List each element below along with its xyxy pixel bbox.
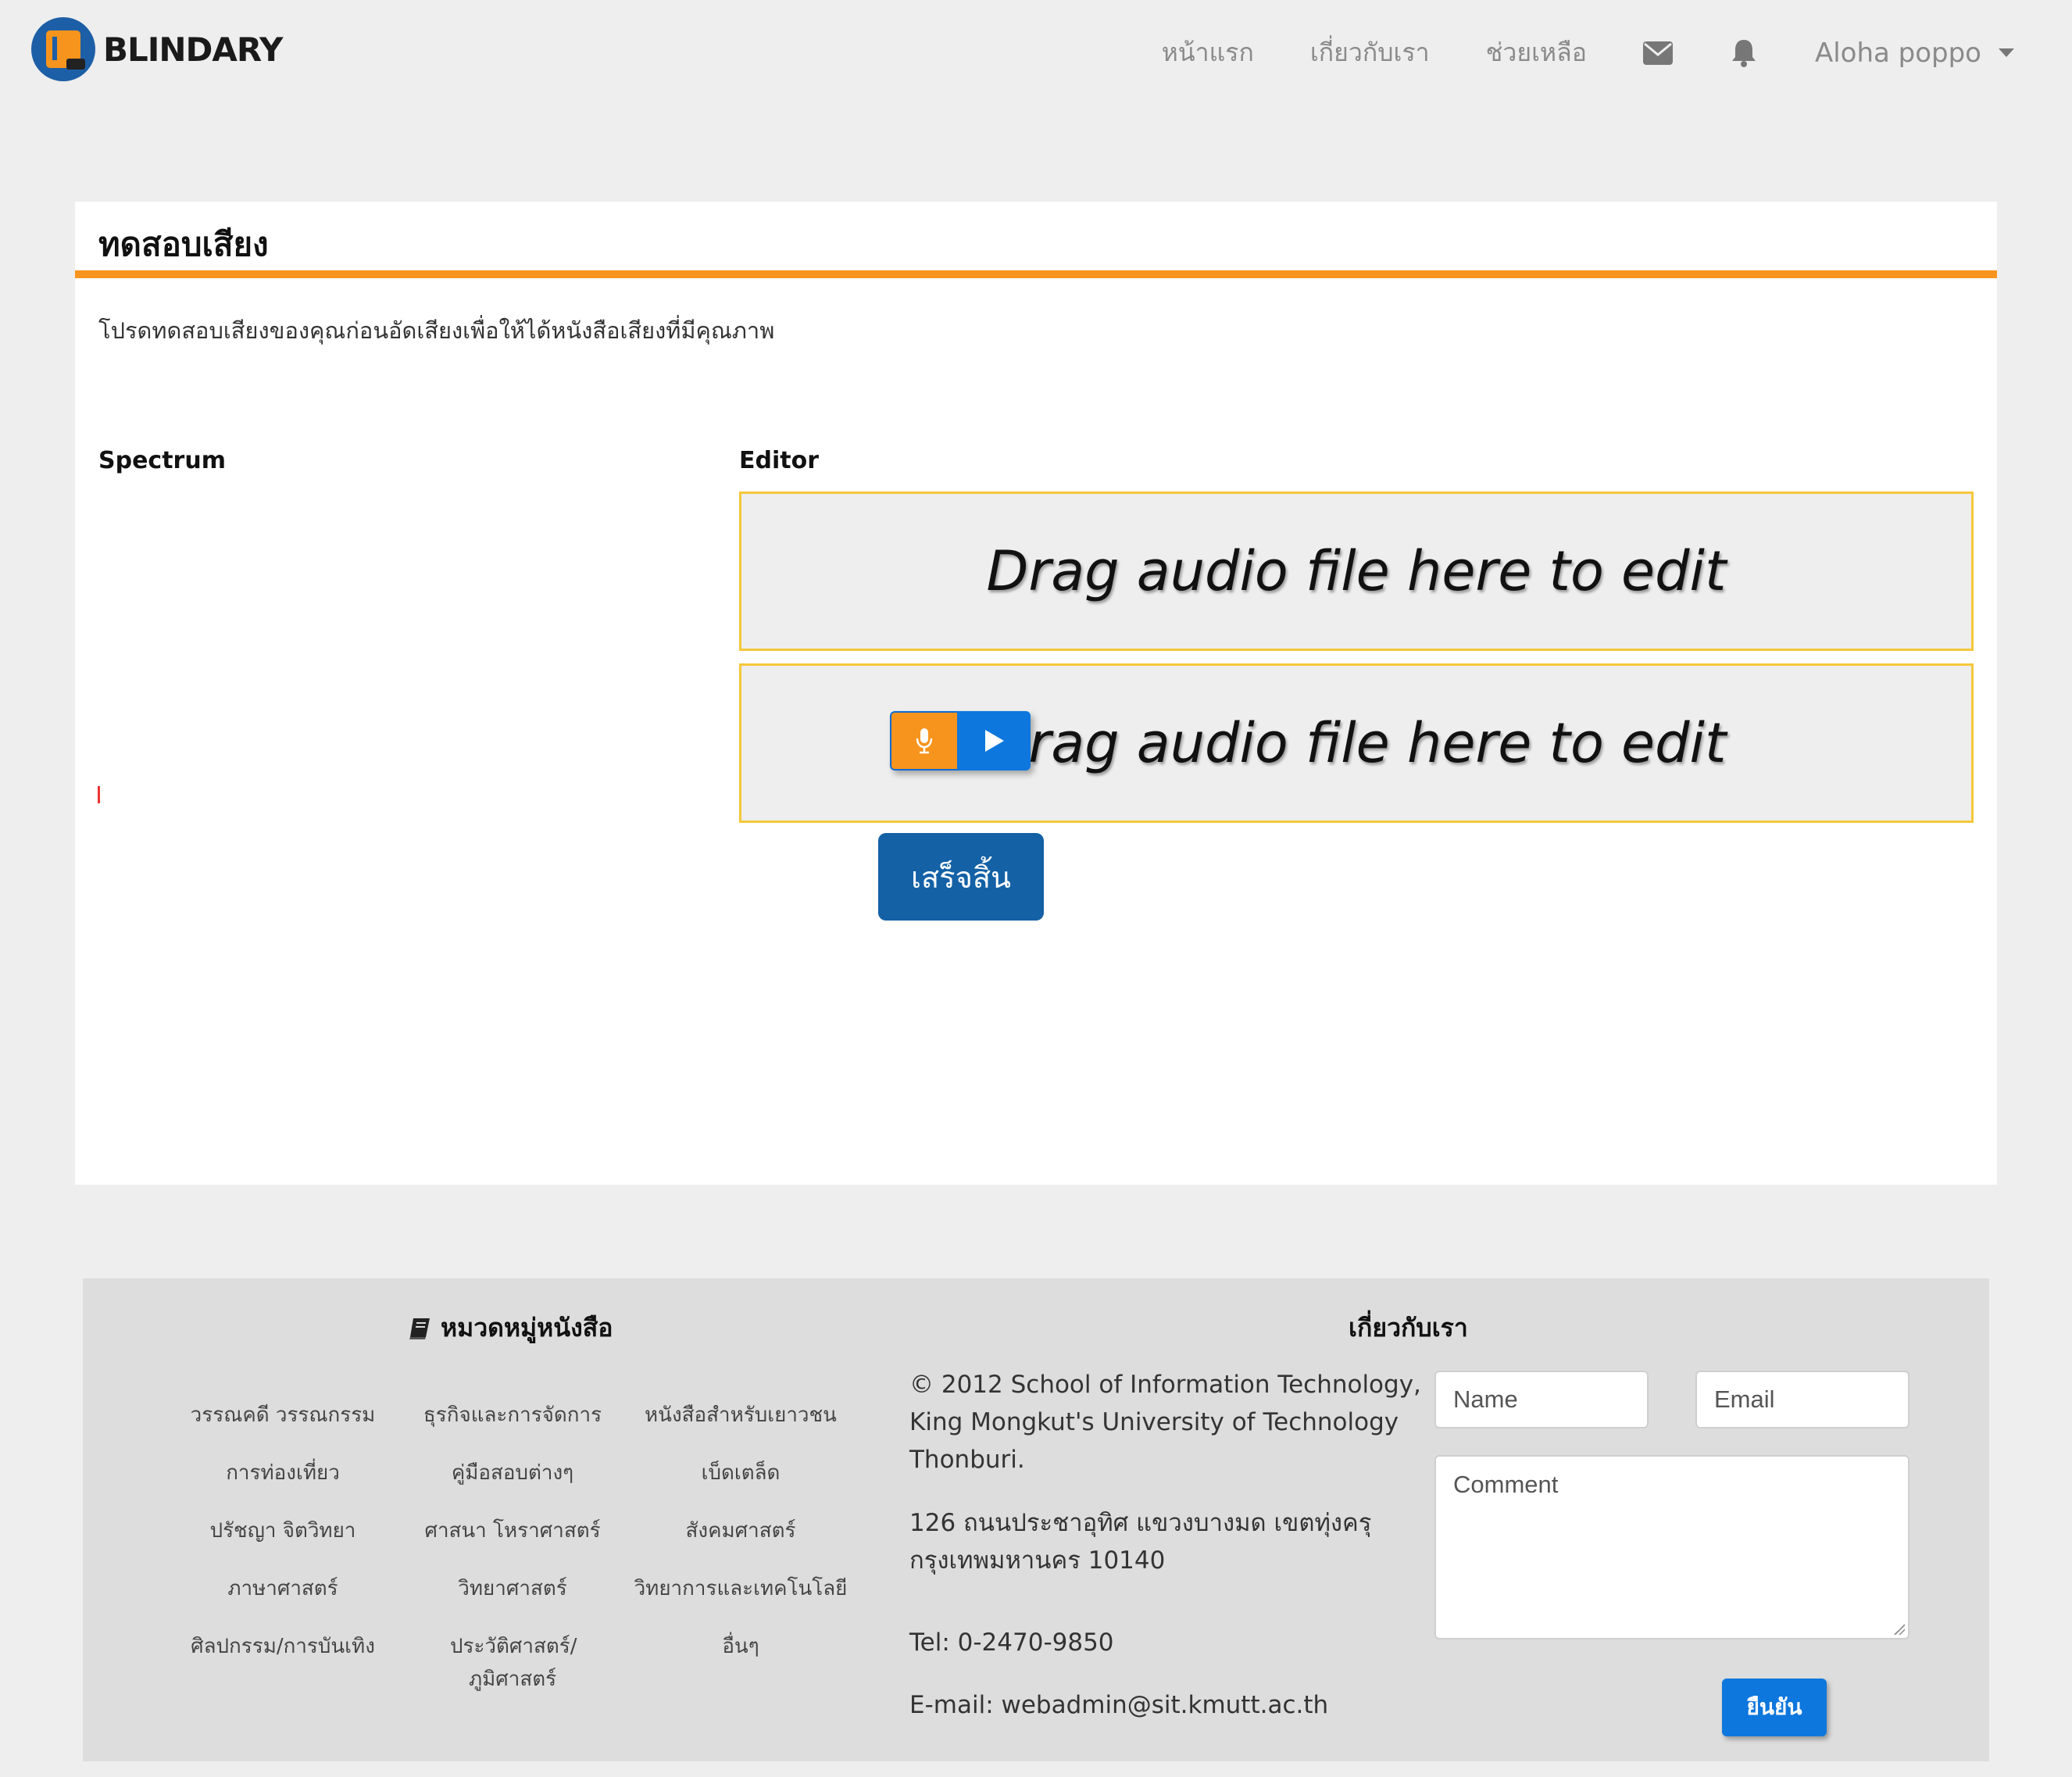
submit-button[interactable]: ยืนยัน [1722, 1679, 1827, 1736]
audio-drop-zone-1[interactable]: Drag audio file here to edit [739, 492, 1974, 651]
copyright-line: Thonburi. [909, 1446, 1025, 1474]
nav-link-about[interactable]: เกี่ยวกับเรา [1310, 33, 1430, 73]
copyright-line: © 2012 School of Information Technology, [909, 1371, 1421, 1399]
spectrum-canvas [98, 786, 100, 803]
spectrum-label: Spectrum [98, 447, 226, 474]
name-field[interactable]: Name [1434, 1371, 1649, 1428]
title-divider [75, 270, 1997, 278]
play-button[interactable] [957, 711, 1031, 771]
category-link[interactable]: คู่มือสอบต่างๆ [395, 1457, 630, 1489]
address-line: กรุงเทพมหานคร 10140 [909, 1546, 1166, 1575]
editor-label: Editor [739, 447, 819, 474]
tel-text: Tel: 0-2470-9850 [909, 1629, 1114, 1657]
category-link[interactable]: อื่นๆ [623, 1630, 858, 1663]
category-link[interactable]: วิทยาศาสตร์ [395, 1572, 630, 1605]
copyright-text: © 2012 School of Information Technology,… [909, 1366, 1421, 1478]
user-menu[interactable]: Aloha poppo [1815, 38, 2014, 69]
brand-logo[interactable]: BLINDARY [31, 17, 283, 81]
page-description: โปรดทดสอบเสียงของคุณก่อนอัดเสียงเพื่อให้… [98, 317, 775, 344]
address-text: 126 ถนนประชาอุทิศ แขวงบางมด เขตทุ่งครุ ก… [909, 1504, 1371, 1579]
navbar: BLINDARY หน้าแรก เกี่ยวกับเรา ช่วยเหลือ … [0, 0, 2072, 105]
nav-links: หน้าแรก เกี่ยวกับเรา ช่วยเหลือ Aloha pop… [1162, 0, 2072, 105]
chevron-down-icon [1999, 48, 2014, 57]
category-link[interactable]: ภาษาศาสตร์ [166, 1572, 400, 1605]
category-link[interactable]: การท่องเที่ยว [166, 1457, 400, 1489]
finish-button[interactable]: เสร็จสิ้น [878, 833, 1044, 921]
book-icon [409, 1318, 430, 1339]
voice-test-card: ทดสอบเสียง โปรดทดสอบเสียงของคุณก่อนอัดเส… [75, 202, 1997, 1185]
category-link[interactable]: ศาสนา โหราศาสตร์ [395, 1514, 630, 1547]
address-line: 126 ถนนประชาอุทิศ แขวงบางมด เขตทุ่งครุ [909, 1509, 1372, 1537]
nav-link-help[interactable]: ช่วยเหลือ [1486, 33, 1587, 73]
microphone-icon [916, 728, 933, 754]
copyright-line: King Mongkut's University of Technology [909, 1408, 1399, 1436]
category-link[interactable]: ประวัติศาสตร์/ภูมิศาสตร์ [450, 1630, 577, 1696]
drop-zone-text: Drag audio file here to edit [986, 539, 1727, 603]
category-link[interactable]: ปรัชญา จิตวิทยา [166, 1514, 400, 1547]
comment-placeholder: Comment [1453, 1471, 1559, 1498]
category-link[interactable]: ธุรกิจและการจัดการ [395, 1399, 630, 1432]
page-title: ทดสอบเสียง [98, 225, 269, 263]
category-link[interactable]: ศิลปกรรม/การบันเทิง [166, 1630, 400, 1663]
resize-handle-icon[interactable] [1894, 1624, 1905, 1635]
nav-link-home[interactable]: หน้าแรก [1162, 33, 1254, 73]
record-play-controls [890, 711, 1031, 771]
about-heading: เกี่ยวกับเรา [1349, 1313, 1468, 1343]
category-link[interactable]: วิทยาการและเทคโนโลยี [623, 1572, 858, 1605]
user-name: Aloha poppo [1814, 37, 1981, 69]
email-field[interactable]: Email [1695, 1371, 1909, 1428]
categories-title: หมวดหมู่หนังสือ [441, 1313, 613, 1343]
envelope-icon[interactable] [1642, 38, 1673, 68]
logo-icon [31, 17, 95, 81]
drop-zone-text: Drag audio file here to edit [986, 711, 1727, 775]
email-text: E-mail: webadmin@sit.kmutt.ac.th [909, 1691, 1329, 1719]
comment-field[interactable]: Comment [1434, 1455, 1909, 1639]
category-link[interactable]: สังคมศาสตร์ [623, 1514, 858, 1547]
play-icon [985, 730, 1004, 752]
category-link[interactable]: เบ็ดเตล็ด [623, 1457, 858, 1489]
bell-icon[interactable] [1729, 38, 1759, 68]
category-link[interactable]: วรรณคดี วรรณกรรม [166, 1399, 400, 1432]
brand-name: BLINDARY [103, 30, 283, 69]
categories-heading: หมวดหมู่หนังสือ [408, 1308, 613, 1348]
record-button[interactable] [890, 711, 957, 771]
category-link[interactable]: หนังสือสำหรับเยาวชน [623, 1399, 858, 1432]
footer: หมวดหมู่หนังสือ วรรณคดี วรรณกรรม การท่อง… [83, 1278, 1989, 1761]
